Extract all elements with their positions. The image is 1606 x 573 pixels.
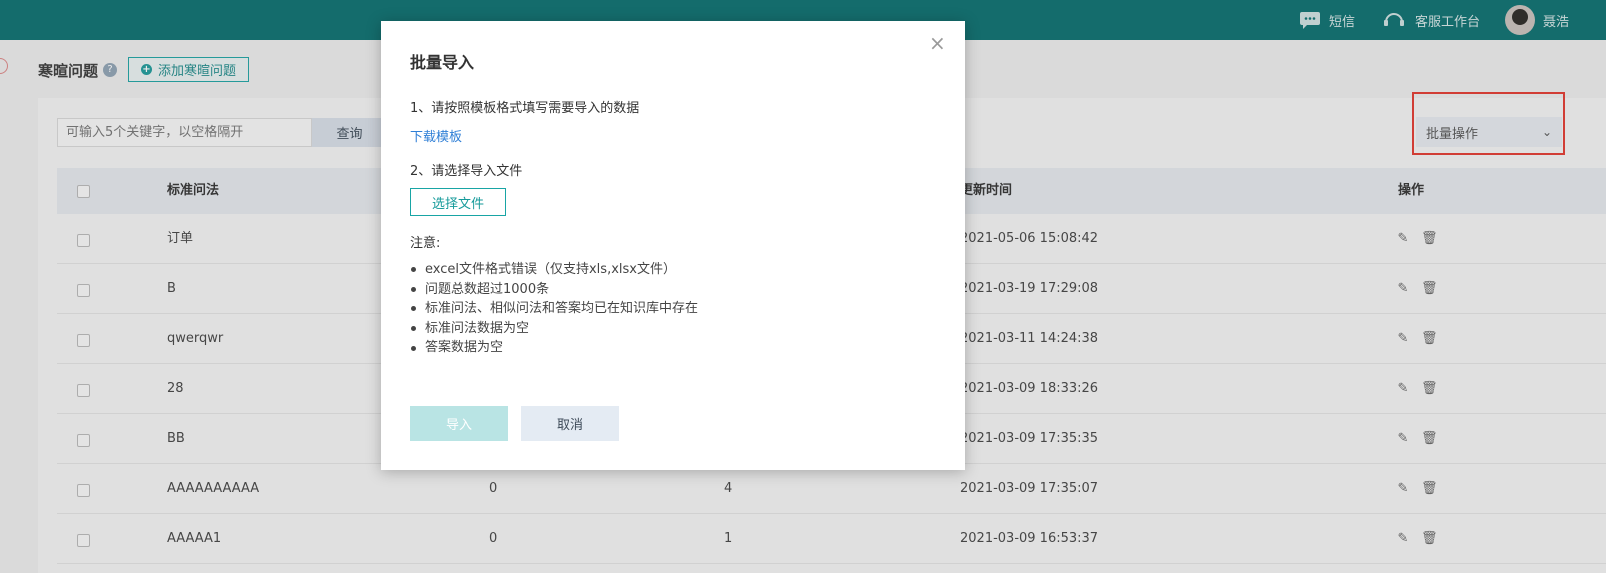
note-item: 问题总数超过1000条 bbox=[410, 280, 698, 300]
batch-import-dialog: 批量导入 × 1、请按照模板格式填写需要导入的数据 下载模板 2、请选择导入文件… bbox=[381, 21, 965, 470]
import-button[interactable]: 导入 bbox=[410, 406, 508, 441]
dialog-title: 批量导入 bbox=[410, 53, 475, 72]
close-icon[interactable]: × bbox=[929, 33, 946, 53]
note-item: 标准问法、相似问法和答案均已在知识库中存在 bbox=[410, 299, 698, 319]
note-item: 答案数据为空 bbox=[410, 338, 698, 358]
note-item: excel文件格式错误（仅支持xls,xlsx文件） bbox=[410, 260, 698, 280]
note-title: 注意: bbox=[410, 236, 441, 251]
download-template-link[interactable]: 下载模板 bbox=[410, 126, 462, 145]
choose-file-button[interactable]: 选择文件 bbox=[410, 188, 506, 216]
note-item: 标准问法数据为空 bbox=[410, 319, 698, 339]
cancel-button[interactable]: 取消 bbox=[521, 406, 619, 441]
step2-text: 2、请选择导入文件 bbox=[410, 164, 523, 179]
note-list: excel文件格式错误（仅支持xls,xlsx文件） 问题总数超过1000条 标… bbox=[410, 260, 698, 358]
step1-text: 1、请按照模板格式填写需要导入的数据 bbox=[410, 101, 640, 116]
